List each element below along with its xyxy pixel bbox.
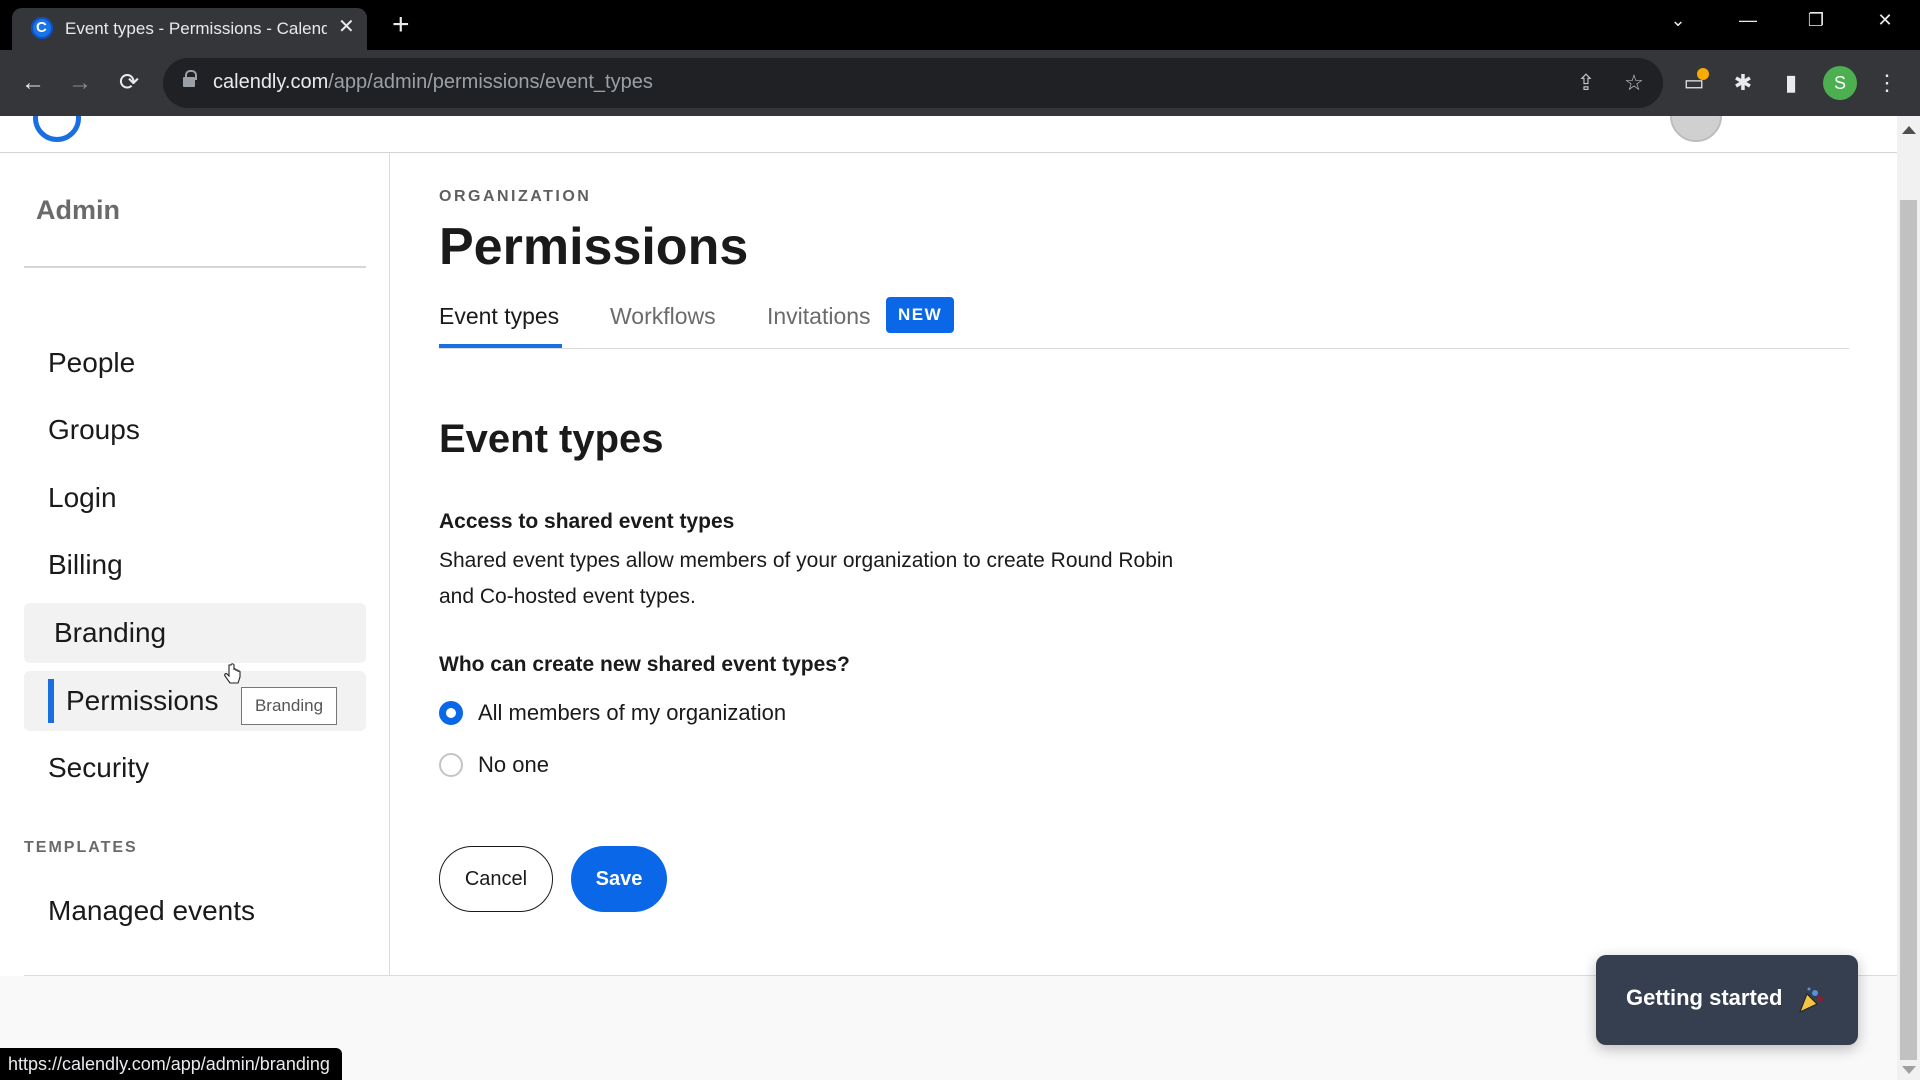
browser-tab[interactable]: Event types - Permissions - Calendly ✕ [12,8,367,50]
getting-started-button[interactable]: Getting started [1596,955,1858,1045]
app-header [0,116,1900,153]
share-icon[interactable]: ⇪ [1572,69,1600,97]
browser-tab-strip: Event types - Permissions - Calendly ✕ +… [0,0,1920,50]
templates-section-label: TEMPLATES [24,839,138,856]
lock-icon[interactable] [183,70,197,89]
question-label: Who can create new shared event types? [439,653,850,676]
browser-menu-icon[interactable]: ⋮ [1870,66,1904,100]
url-text[interactable]: calendly.com/app/admin/permissions/event… [213,71,653,94]
permissions-tabs: Event types Workflows Invitations NEW [439,293,1849,349]
access-description: Shared event types allow members of your… [439,549,1174,608]
profile-avatar[interactable]: S [1823,66,1857,100]
option-label: All members of my organization [478,700,787,725]
address-bar[interactable]: calendly.com/app/admin/permissions/event… [163,58,1663,108]
page-scrollbar[interactable] [1897,116,1920,1080]
eyebrow-label: ORGANIZATION [439,188,592,205]
sidebar-title: Admin [36,195,120,225]
browser-toolbar: ← → ⟳ calendly.com/app/admin/permissions… [0,50,1920,116]
save-button[interactable]: Save [571,846,667,912]
admin-sidebar: Admin People Groups Login Billing Brandi… [0,153,390,975]
permissions-main: ORGANIZATION Permissions Event types Wor… [439,153,1849,975]
section-title: Event types [439,417,664,461]
minimize-window-icon[interactable]: — [1728,10,1768,31]
sidebar-item-groups[interactable]: Groups [24,400,366,460]
scrollbar-thumb[interactable] [1900,200,1917,1060]
calendly-logo-icon[interactable] [33,116,81,142]
radio-button[interactable] [439,753,463,777]
reload-button[interactable]: ⟳ [112,66,146,100]
close-window-icon[interactable]: ✕ [1865,10,1905,31]
forward-button[interactable]: → [63,66,97,100]
tab-event-types[interactable]: Event types [439,303,559,330]
sidebar-item-label: Permissions [66,685,219,716]
sidebar-item-label: People [48,347,136,378]
sidebar-divider [24,266,366,268]
sidebar-item-people[interactable]: People [24,333,366,393]
tab-workflows[interactable]: Workflows [610,303,716,330]
page-title: Permissions [439,218,749,276]
sidebar-item-label: Login [48,482,117,513]
sidebar-item-managed-events[interactable]: Managed events [24,881,366,941]
bookmark-star-icon[interactable]: ☆ [1620,69,1648,97]
scroll-up-arrow-icon[interactable] [1902,126,1916,134]
sidebar-item-label: Security [48,752,150,783]
sidebar-item-label: Managed events [48,895,256,926]
sidebar-item-security[interactable]: Security [24,738,366,798]
calendly-favicon-icon [31,17,53,39]
notification-extension-icon[interactable]: ▭ [1677,66,1711,100]
user-avatar[interactable] [1670,116,1722,142]
close-tab-icon[interactable]: ✕ [338,16,355,38]
scroll-down-arrow-icon[interactable] [1902,1066,1916,1074]
hand-cursor-icon [224,663,241,684]
restore-window-icon[interactable]: ❐ [1796,10,1836,31]
sidebar-item-label: Billing [48,549,123,580]
tab-invitations[interactable]: Invitations [767,303,871,330]
sidebar-item-billing[interactable]: Billing [24,535,366,595]
link-status-bar: https://calendly.com/app/admin/branding [0,1048,342,1080]
sidebar-item-label: Groups [48,414,140,445]
access-heading: Access to shared event types [439,510,735,533]
cancel-button[interactable]: Cancel [439,846,553,912]
active-tab-underline [439,344,562,348]
branding-tooltip: Branding [241,687,337,725]
tab-title: Event types - Permissions - Calendly [65,19,327,38]
radio-button-selected[interactable] [439,701,463,725]
back-button[interactable]: ← [16,66,50,100]
option-label: No one [478,752,549,777]
extensions-puzzle-icon[interactable]: ✱ [1726,66,1760,100]
sidebar-item-login[interactable]: Login [24,468,366,528]
getting-started-label: Getting started [1626,985,1783,1010]
page: Admin People Groups Login Billing Brandi… [0,116,1900,1080]
new-badge: NEW [886,297,955,333]
side-panel-icon[interactable]: ▮ [1774,66,1808,100]
sidebar-item-label: Branding [54,617,167,648]
warning-badge-icon [1697,68,1709,80]
party-popper-icon [1799,987,1823,1013]
new-tab-button[interactable]: + [392,10,410,40]
tab-search-icon[interactable]: ⌄ [1658,10,1698,31]
sidebar-item-branding[interactable]: Branding [24,603,366,663]
active-indicator [48,679,54,723]
